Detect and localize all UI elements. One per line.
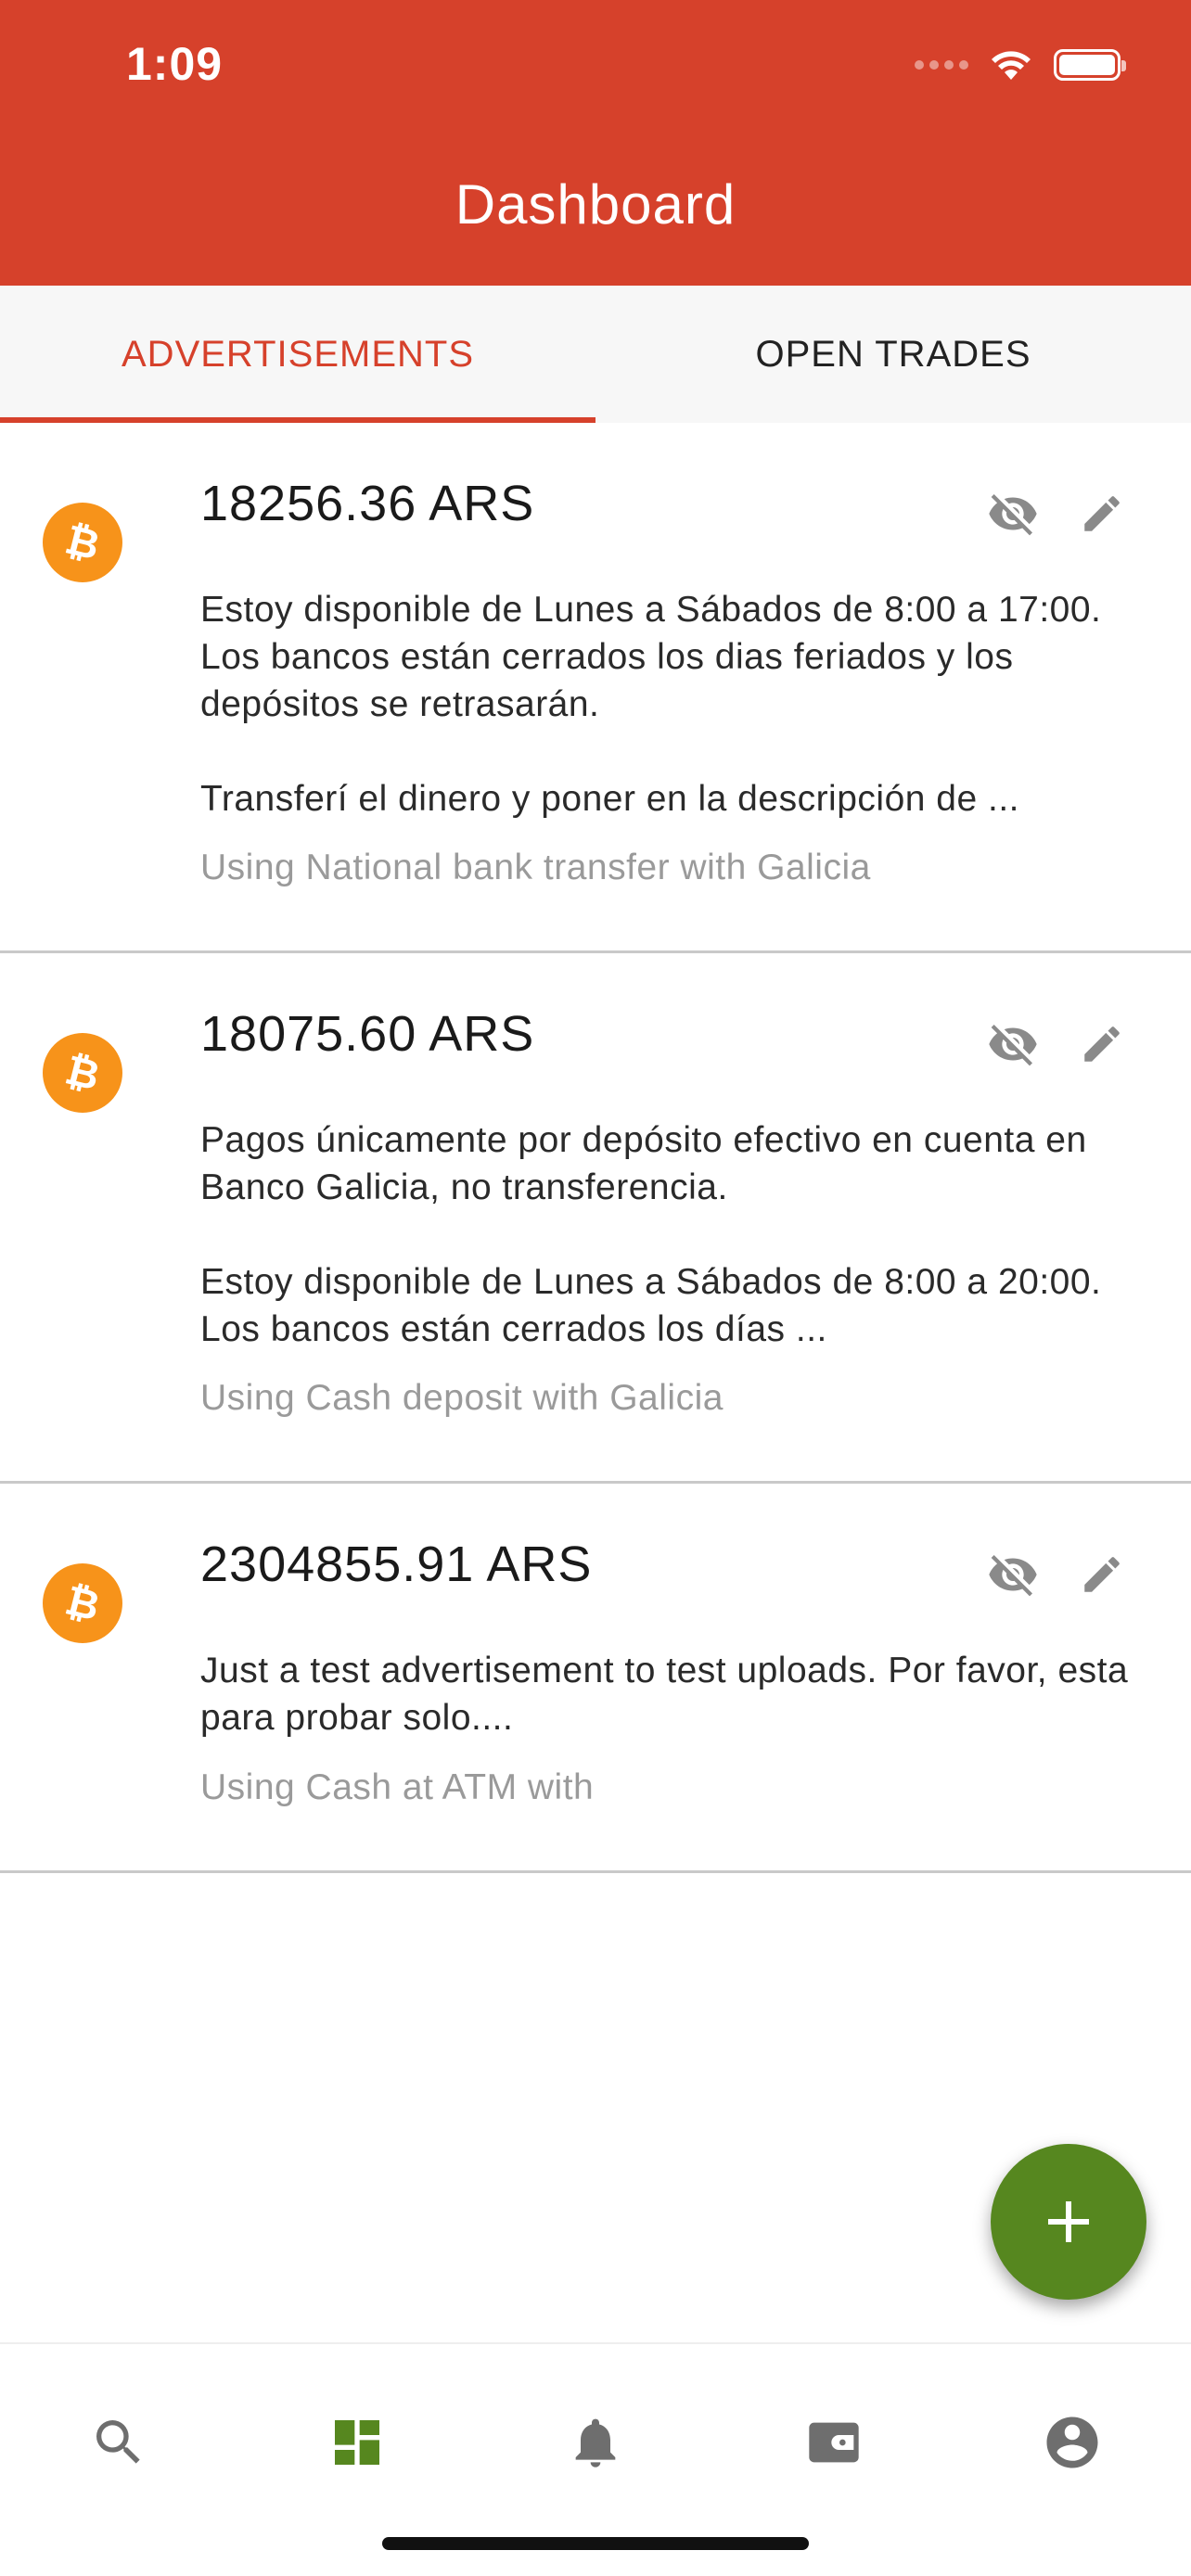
home-indicator[interactable] — [382, 2537, 809, 2550]
bitcoin-icon: ₿ — [43, 1033, 122, 1113]
advertisement-list: ₿ 18256.36 ARS Estoy disponible de Lunes… — [0, 423, 1191, 1873]
svg-text:₿: ₿ — [60, 1578, 104, 1628]
dashboard-icon — [335, 2420, 379, 2465]
pencil-icon — [1084, 1027, 1120, 1062]
advertisement-description: Just a test advertisement to test upload… — [200, 1651, 1129, 1738]
nav-account[interactable] — [1026, 2396, 1119, 2489]
bitcoin-icon: ₿ — [43, 503, 122, 582]
nav-notifications[interactable] — [549, 2396, 642, 2489]
screen: 1:09 Dashboard ADVERTISEMENTS OPEN TRADE… — [0, 0, 1191, 2576]
tab-open-trades[interactable]: OPEN TRADES — [596, 286, 1191, 423]
edit-advertisement-button[interactable] — [1072, 1014, 1132, 1074]
page-title: Dashboard — [455, 173, 736, 236]
search-icon — [96, 2420, 140, 2464]
wifi-icon — [992, 51, 1031, 80]
wallet-icon — [809, 2422, 859, 2463]
advertisement-payment-method: Using Cash deposit with Galicia — [200, 1378, 724, 1418]
tab-bar: ADVERTISEMENTS OPEN TRADES — [0, 286, 1191, 423]
advertisement-description: Estoy disponible de Lunes a Sábados de 8… — [200, 590, 1102, 819]
advertisement-price: 18075.60 ARS — [200, 1006, 535, 1062]
advertisement-item[interactable]: ₿ 2304855.91 ARS Just a test advertiseme… — [0, 1484, 1191, 1873]
nav-wallet[interactable] — [788, 2396, 880, 2489]
advertisement-description: Pagos únicamente por depósito efectivo e… — [200, 1120, 1102, 1349]
status-icons — [915, 48, 1126, 82]
pencil-icon — [1084, 1557, 1120, 1592]
advertisement-payment-method: Using National bank transfer with Galici… — [200, 848, 871, 887]
add-advertisement-button[interactable] — [991, 2144, 1146, 2300]
bell-icon — [575, 2418, 616, 2468]
hide-advertisement-button[interactable] — [983, 484, 1043, 543]
status-time: 1:09 — [126, 38, 224, 90]
hide-advertisement-button[interactable] — [983, 1545, 1043, 1604]
nav-dashboard[interactable] — [311, 2396, 403, 2489]
svg-text:₿: ₿ — [60, 517, 104, 567]
app-bar: 1:09 Dashboard — [0, 0, 1191, 286]
visibility-off-icon — [989, 1025, 1037, 1066]
pencil-icon — [1084, 496, 1120, 531]
account-icon — [1046, 2417, 1098, 2468]
advertisement-item[interactable]: ₿ 18256.36 ARS Estoy disponible de Lunes… — [0, 423, 1191, 953]
advertisement-price: 2304855.91 ARS — [200, 1537, 593, 1592]
tab-advertisements-label: ADVERTISEMENTS — [122, 333, 474, 375]
tab-advertisements[interactable]: ADVERTISEMENTS — [0, 286, 596, 423]
edit-advertisement-button[interactable] — [1072, 1545, 1132, 1604]
edit-advertisement-button[interactable] — [1072, 484, 1132, 543]
plus-icon — [1048, 2201, 1089, 2242]
advertisement-payment-method: Using Cash at ATM with — [200, 1767, 595, 1807]
advertisement-item[interactable]: ₿ 18075.60 ARS Pagos únicamente por depó… — [0, 953, 1191, 1484]
advertisement-price: 18256.36 ARS — [200, 476, 535, 531]
svg-text:₿: ₿ — [60, 1048, 104, 1098]
hide-advertisement-button[interactable] — [983, 1014, 1043, 1074]
cellular-signal-icon — [915, 60, 968, 70]
visibility-off-icon — [989, 494, 1037, 536]
nav-search[interactable] — [72, 2396, 165, 2489]
bitcoin-icon: ₿ — [43, 1563, 122, 1643]
visibility-off-icon — [989, 1555, 1037, 1597]
tab-open-trades-label: OPEN TRADES — [755, 333, 1031, 375]
battery-icon — [1054, 49, 1126, 81]
